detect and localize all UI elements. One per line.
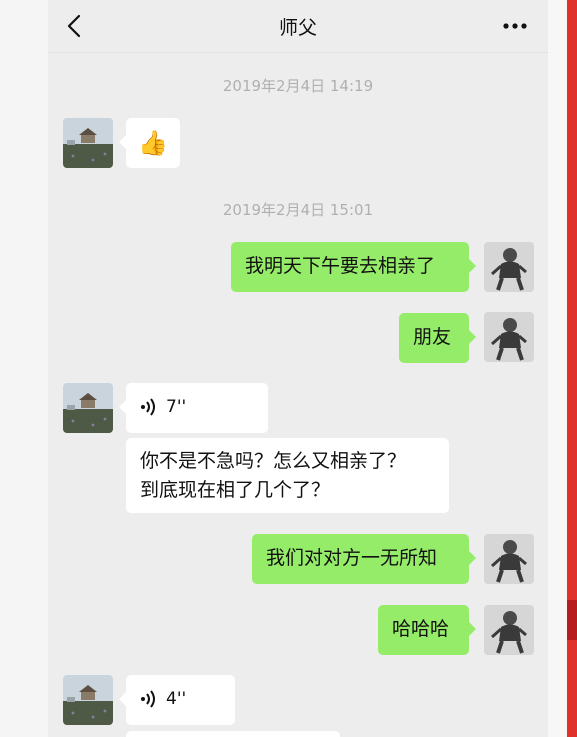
timestamp: 2019年2月4日 15:01 — [222, 201, 374, 219]
bubble-tail — [119, 692, 126, 706]
chat-header: 师父 — [48, 0, 548, 53]
message-text-line: 到底现在相了几个了？ — [140, 479, 331, 501]
person-avatar-image — [484, 605, 534, 655]
more-dots-icon — [503, 23, 527, 29]
landscape-avatar-image — [63, 383, 113, 433]
timestamp: 2019年2月4日 14:19 — [222, 77, 374, 95]
bubble-tail — [469, 551, 476, 565]
message-text: 朋友 — [413, 326, 452, 348]
outgoing-message[interactable]: 我们对对方一无所知 — [252, 534, 476, 584]
voice-message[interactable]: 7'' — [119, 383, 268, 433]
voice-duration: 7'' — [166, 397, 187, 417]
voice-wave-icon — [141, 690, 155, 708]
message-text: 我们对对方一无所知 — [266, 547, 438, 569]
incoming-message-partial[interactable] — [126, 731, 340, 737]
message-text: 我明天下午要去相亲了 — [245, 255, 436, 277]
bubble-tail — [119, 400, 126, 414]
bubble-tail — [119, 135, 126, 149]
friend-avatar[interactable] — [63, 383, 113, 433]
outgoing-message[interactable]: 朋友 — [399, 313, 476, 363]
message-text: 哈哈哈 — [392, 618, 450, 640]
bubble-tail — [469, 330, 476, 344]
friend-avatar[interactable] — [63, 118, 113, 168]
incoming-message[interactable]: 你不是不急吗？怎么又相亲了？ 到底现在相了几个了？ — [126, 438, 449, 513]
person-avatar-image — [484, 312, 534, 362]
my-avatar[interactable] — [484, 312, 534, 362]
red-edge-bar-dark — [567, 600, 577, 640]
background-left — [0, 0, 48, 737]
voice-wave-icon — [141, 398, 155, 416]
friend-avatar[interactable] — [63, 675, 113, 725]
bubble-tail — [469, 259, 476, 273]
person-avatar-image — [484, 242, 534, 292]
my-avatar[interactable] — [484, 605, 534, 655]
person-avatar-image — [484, 534, 534, 584]
my-avatar[interactable] — [484, 242, 534, 292]
my-avatar[interactable] — [484, 534, 534, 584]
landscape-avatar-image — [63, 118, 113, 168]
voice-duration: 4'' — [166, 689, 187, 709]
voice-message[interactable]: 4'' — [119, 675, 235, 725]
landscape-avatar-image — [63, 675, 113, 725]
more-button[interactable] — [498, 12, 532, 40]
emoji-bubble[interactable]: 👍 — [119, 118, 180, 168]
outgoing-message[interactable]: 我明天下午要去相亲了 — [231, 242, 476, 292]
thumbs-up-emoji: 👍 — [138, 129, 168, 157]
background-right — [548, 0, 567, 737]
message-text-line: 你不是不急吗？怎么又相亲了？ — [140, 450, 407, 472]
bubble-tail — [469, 622, 476, 636]
outgoing-message[interactable]: 哈哈哈 — [378, 605, 476, 655]
chat-title: 师父 — [278, 17, 317, 39]
chat-screen: 师父 2019年2月4日 14:19 👍 2019年2月4日 15:01 我明天… — [48, 0, 548, 737]
